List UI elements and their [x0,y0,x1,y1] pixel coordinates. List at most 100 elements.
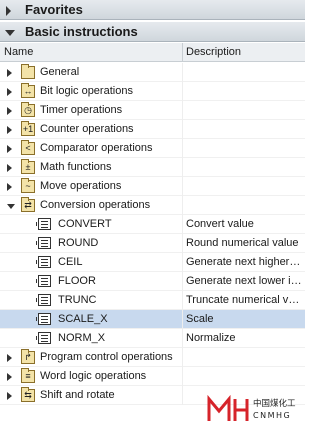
tree-item-label: Shift and rotate [40,389,115,401]
column-separator [182,234,183,253]
column-separator [182,158,183,177]
collapsed-arrow-icon[interactable] [7,392,12,400]
collapsed-arrow-icon[interactable] [7,69,12,77]
name-column-header[interactable]: Name [4,43,33,61]
tree-item-label: NORM_X [58,332,106,344]
watermark-line1: 中国煤化工 [253,398,296,409]
column-separator [182,329,183,348]
tree-folder-row[interactable]: ≡ Word logic operations [0,367,305,386]
tree-folder-row[interactable]: ⇄ Conversion operations [0,196,305,215]
column-separator [182,177,183,196]
watermark-logo: 中国煤化工 CNMHG [207,394,296,421]
tree-item-label: FLOOR [58,275,96,287]
instruction-box-icon [36,237,51,249]
folder-icon: ↱ [21,349,35,364]
tree-folder-row[interactable]: General [0,63,305,82]
collapsed-arrow-icon[interactable] [7,126,12,134]
column-header-row: Name Description [0,43,305,62]
tree-instruction-row[interactable]: CEIL Generate next higher integer [0,253,305,272]
expanded-arrow-icon[interactable] [7,204,15,209]
column-separator [182,101,183,120]
tree-item-label: Word logic operations [40,370,147,382]
column-separator [182,253,183,272]
folder-icon: ⇆ [21,387,35,402]
tree-item-description: Truncate numerical value [186,294,303,306]
instruction-box-icon [36,332,51,344]
favorites-label: Favorites [25,2,83,17]
tree-item-label: Math functions [40,161,112,173]
basic-instructions-section-header[interactable]: Basic instructions [0,22,305,42]
column-separator[interactable] [182,43,183,61]
tree-item-description: Generate next higher integer [186,256,303,268]
collapsed-arrow-icon[interactable] [7,354,12,362]
tree-item-label: Conversion operations [40,199,151,211]
column-separator [182,386,183,405]
tree-instruction-row[interactable]: SCALE_X Scale [0,310,305,329]
instruction-tree: General ↔ Bit logic operations ◷ Timer opera… [0,63,305,405]
tree-folder-row[interactable]: < Comparator operations [0,139,305,158]
tree-item-label: Program control operations [40,351,173,363]
basic-instructions-label: Basic instructions [25,24,138,39]
tree-item-label: Timer operations [40,104,123,116]
instruction-box-icon [36,294,51,306]
folder-icon: ≡ [21,368,35,383]
column-separator [182,63,183,82]
tree-instruction-row[interactable]: ROUND Round numerical value [0,234,305,253]
tree-item-label: CEIL [58,256,83,268]
column-separator [182,367,183,386]
collapsed-arrow-icon[interactable] [7,88,12,96]
tree-item-label: Counter operations [40,123,134,135]
folder-icon: ⇄ [21,197,35,212]
watermark-mark [207,394,249,421]
watermark-line2: CNMHG [253,411,291,420]
instruction-box-icon [36,256,51,268]
tree-item-label: ROUND [58,237,99,249]
tree-folder-row[interactable]: ± Math functions [0,158,305,177]
column-separator [182,272,183,291]
folder-icon: ◷ [21,102,35,117]
tree-folder-row[interactable]: ↔ Bit logic operations [0,82,305,101]
collapsed-arrow-icon[interactable] [7,373,12,381]
column-separator [182,196,183,215]
column-separator [182,291,183,310]
tree-folder-row[interactable]: ↱ Program control operations [0,348,305,367]
collapsed-arrow-icon[interactable] [7,164,12,172]
collapsed-arrow-icon[interactable] [7,183,12,191]
tree-folder-row[interactable]: ◷ Timer operations [0,101,305,120]
tree-instruction-row[interactable]: NORM_X Normalize [0,329,305,348]
tree-instruction-row[interactable]: TRUNC Truncate numerical value [0,291,305,310]
tree-item-label: Comparator operations [40,142,153,154]
folder-icon [21,64,35,79]
column-separator [182,120,183,139]
favorites-section-header[interactable]: Favorites [0,0,305,20]
tree-folder-row[interactable]: +1 Counter operations [0,120,305,139]
tree-item-description: Normalize [186,332,236,344]
tree-item-label: CONVERT [58,218,112,230]
tree-item-label: General [40,66,80,78]
column-separator [182,82,183,101]
tree-item-label: Move operations [40,180,122,192]
collapsed-arrow-icon[interactable] [7,107,12,115]
tree-item-label: Bit logic operations [40,85,133,97]
folder-icon: ± [21,159,35,174]
column-separator [182,139,183,158]
tree-instruction-row[interactable]: FLOOR Generate next lower integer [0,272,305,291]
expanded-arrow-icon[interactable] [5,30,15,36]
tree-folder-row[interactable]: ~ Move operations [0,177,305,196]
tree-item-description: Generate next lower integer [186,275,303,287]
collapsed-arrow-icon[interactable] [7,145,12,153]
instruction-box-icon [36,313,51,325]
tree-item-label: SCALE_X [58,313,108,325]
folder-icon: ~ [21,178,35,193]
tree-item-description: Round numerical value [186,237,299,249]
column-separator [182,215,183,234]
column-separator [182,310,183,329]
collapsed-arrow-icon[interactable] [6,6,11,16]
folder-icon: < [21,140,35,155]
description-column-header[interactable]: Description [186,43,241,61]
tree-item-description: Convert value [186,218,254,230]
tree-instruction-row[interactable]: CONVERT Convert value [0,215,305,234]
tree-item-label: TRUNC [58,294,97,306]
folder-icon: +1 [21,121,35,136]
instruction-box-icon [36,275,51,287]
